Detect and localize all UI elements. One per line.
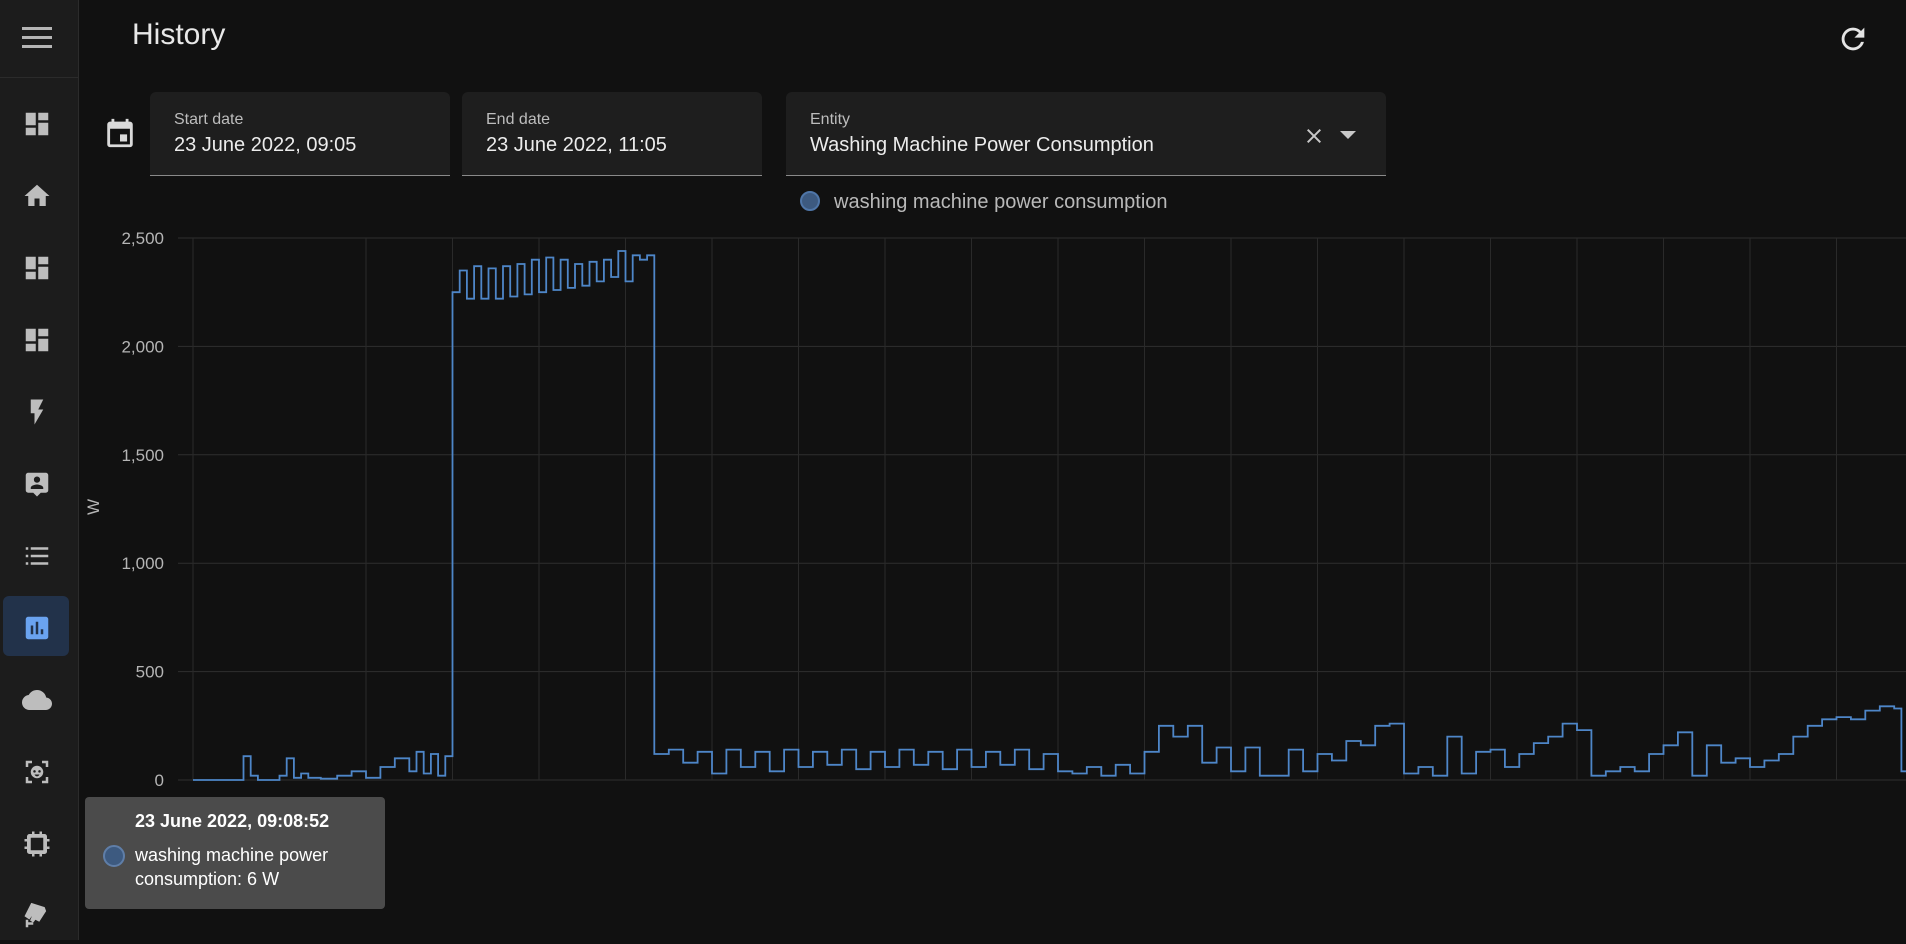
x-tick-label: 9:24	[522, 797, 555, 800]
x-tick-label: 10:12	[1210, 797, 1253, 800]
x-tick-label: 10:24	[1383, 797, 1426, 800]
x-tick-label: 9:18	[436, 797, 469, 800]
history-chart[interactable]: 2,5002,0001,5001,00050009:009:129:189:24…	[0, 0, 1906, 800]
x-tick-label: 10:00	[1036, 797, 1079, 800]
x-tick-label: 9:48	[868, 797, 901, 800]
y-tick-label: 0	[155, 771, 164, 790]
x-tick-label: 9:54	[955, 797, 988, 800]
x-tick-label: 10:36	[1556, 797, 1599, 800]
tooltip-line-2: consumption: 6 W	[135, 869, 280, 889]
x-tick-label: 10:42	[1642, 797, 1685, 800]
y-tick-label: 500	[136, 663, 164, 682]
sidebar-item-cctv-11[interactable]	[3, 884, 69, 944]
x-tick-label: 9:36	[695, 797, 728, 800]
sidebar-item-chip-10[interactable]	[3, 812, 69, 872]
y-tick-label: 2,000	[121, 337, 164, 356]
series-line	[193, 250, 1906, 781]
x-tick-label: 11:00	[1902, 797, 1906, 800]
x-tick-label: 10:18	[1296, 797, 1339, 800]
tooltip-title: 23 June 2022, 09:08:52	[135, 811, 330, 831]
x-tick-label: 10:06	[1123, 797, 1166, 800]
chart-tooltip: 23 June 2022, 09:08:52 washing machine p…	[85, 797, 385, 909]
x-tick-label: 10:48	[1729, 797, 1772, 800]
y-tick-label: 2,500	[121, 229, 164, 248]
x-tick-label: 10:30	[1469, 797, 1512, 800]
x-tick-label: 10:54	[1815, 797, 1858, 800]
y-axis-label: W	[84, 498, 104, 516]
chip-icon	[24, 831, 50, 857]
cctv-icon	[24, 902, 47, 928]
tooltip-swatch	[103, 845, 125, 867]
y-tick-label: 1,500	[121, 446, 164, 465]
y-tick-label: 1,000	[121, 554, 164, 573]
x-tick-label: 9:42	[782, 797, 815, 800]
x-tick-label: 9:30	[609, 797, 642, 800]
tooltip-line-1: washing machine power	[135, 845, 329, 865]
